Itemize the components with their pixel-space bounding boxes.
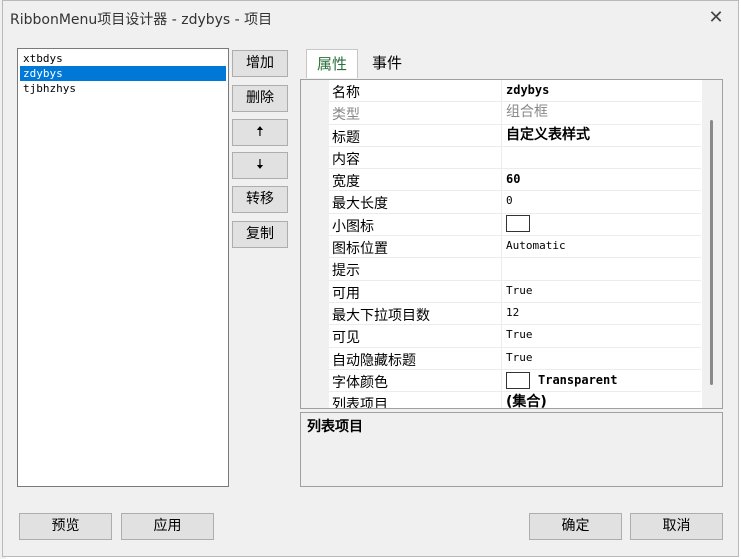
apply-button[interactable]: 应用 — [121, 513, 214, 540]
property-name: 图标位置 — [332, 241, 388, 258]
property-row[interactable]: 内容 — [329, 146, 701, 170]
delete-button[interactable]: 删除 — [232, 85, 288, 112]
property-value[interactable]: Automatic — [501, 236, 701, 258]
property-name: 列表项目 — [332, 397, 388, 409]
image-preview-box — [506, 215, 530, 233]
preview-button[interactable]: 预览 — [19, 513, 112, 540]
item-listbox[interactable]: xtbdys zdybys tjbhzhys — [17, 48, 229, 487]
property-value[interactable]: (集合) — [501, 392, 701, 408]
description-panel: 列表项目 — [300, 412, 723, 487]
property-name: 最大长度 — [332, 196, 388, 213]
property-value[interactable] — [501, 258, 701, 280]
property-row[interactable]: 提示 — [329, 258, 701, 281]
move-down-button[interactable]: 🠇 — [232, 152, 288, 179]
property-row[interactable]: 小图标 — [329, 213, 701, 237]
copy-button[interactable]: 复制 — [232, 221, 288, 248]
property-name: 字体颜色 — [332, 374, 388, 391]
color-name: Transparent — [538, 372, 618, 387]
move-up-button[interactable]: 🠅 — [232, 119, 288, 146]
property-row[interactable]: 字体颜色 Transparent — [329, 369, 701, 393]
property-grid: 名称 zdybys 类型 组合框 标题 自定义表样式 内容 宽度 60 最大长度… — [300, 79, 723, 409]
property-row[interactable]: 可用 True — [329, 280, 701, 303]
property-row[interactable]: 名称 zdybys — [329, 80, 701, 103]
property-row[interactable]: 最大下拉项目数 12 — [329, 302, 701, 326]
tab-strip: 属性 事件 — [299, 47, 723, 78]
property-value[interactable]: 12 — [501, 302, 701, 325]
list-item[interactable]: tjbhzhys — [20, 81, 226, 96]
property-name: 可见 — [332, 330, 360, 347]
property-name: 自动隐藏标题 — [332, 352, 416, 369]
add-button[interactable]: 增加 — [232, 50, 288, 77]
arrow-down-icon: 🠇 — [256, 157, 264, 173]
property-row[interactable]: 宽度 60 — [329, 169, 701, 192]
property-name: 名称 — [332, 85, 360, 101]
vertical-scrollbar[interactable] — [702, 80, 722, 408]
list-item-selected[interactable]: zdybys — [20, 66, 226, 81]
tab-properties[interactable]: 属性 — [306, 49, 359, 78]
property-rows: 名称 zdybys 类型 组合框 标题 自定义表样式 内容 宽度 60 最大长度… — [329, 80, 701, 409]
property-value[interactable] — [501, 146, 701, 169]
property-value[interactable]: True — [501, 325, 701, 347]
property-value[interactable] — [501, 213, 701, 236]
property-value[interactable]: Transparent — [501, 369, 701, 392]
property-name: 提示 — [332, 263, 360, 280]
property-name: 内容 — [332, 151, 360, 168]
property-name: 最大下拉项目数 — [332, 307, 430, 324]
property-name: 类型 — [332, 107, 360, 124]
property-name: 可用 — [332, 285, 360, 302]
transfer-button[interactable]: 转移 — [232, 186, 288, 213]
tab-events[interactable]: 事件 — [362, 49, 412, 77]
property-value[interactable]: True — [501, 280, 701, 302]
property-name: 标题 — [332, 129, 360, 146]
property-name: 宽度 — [332, 174, 360, 191]
property-value[interactable]: True — [501, 347, 701, 369]
property-row[interactable]: 最大长度 0 — [329, 191, 701, 214]
property-row[interactable]: 列表项目 (集合) — [329, 392, 701, 409]
color-swatch — [506, 371, 530, 389]
ok-button[interactable]: 确定 — [529, 513, 622, 540]
property-row[interactable]: 可见 True — [329, 325, 701, 348]
title-bar: RibbonMenu项目设计器 - zdybys - 项目 ✕ — [3, 1, 738, 35]
property-name: 小图标 — [332, 218, 374, 235]
grid-margin — [301, 80, 329, 408]
cancel-button[interactable]: 取消 — [630, 513, 723, 540]
property-value[interactable]: 自定义表样式 — [501, 124, 701, 146]
property-value[interactable]: 0 — [501, 191, 701, 213]
property-row[interactable]: 类型 组合框 — [329, 102, 701, 125]
property-row[interactable]: 图标位置 Automatic — [329, 236, 701, 259]
property-row[interactable]: 自动隐藏标题 True — [329, 347, 701, 370]
description-title: 列表项目 — [307, 419, 363, 435]
property-value[interactable]: zdybys — [501, 80, 701, 102]
property-row[interactable]: 标题 自定义表样式 — [329, 124, 701, 147]
property-value[interactable]: 60 — [501, 169, 701, 191]
property-value: 组合框 — [501, 102, 701, 124]
close-icon[interactable]: ✕ — [704, 6, 728, 30]
list-item[interactable]: xtbdys — [20, 51, 226, 66]
arrow-up-icon: 🠅 — [256, 124, 264, 140]
scrollbar-thumb[interactable] — [710, 120, 713, 385]
window-title: RibbonMenu项目设计器 - zdybys - 项目 — [10, 12, 273, 28]
